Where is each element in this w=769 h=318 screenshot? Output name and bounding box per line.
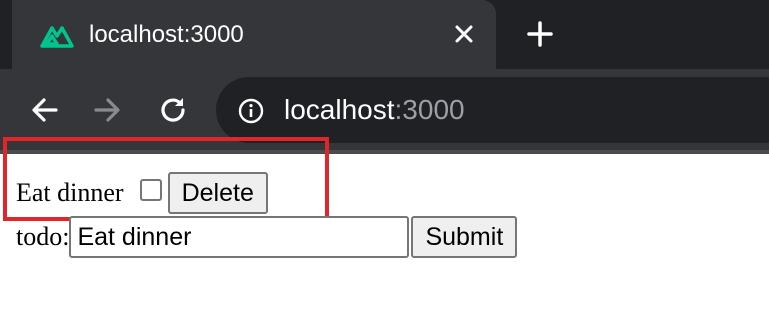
url-port: :3000 bbox=[394, 94, 465, 125]
todo-form: todo: Eat dinner Submit bbox=[16, 216, 518, 258]
nuxt-logo-icon bbox=[40, 26, 74, 48]
browser-window: localhost:3000 localhost:3000 Eat dinner… bbox=[0, 0, 769, 318]
forward-arrow-icon[interactable] bbox=[90, 93, 124, 127]
info-icon[interactable] bbox=[238, 98, 264, 124]
tab-title: localhost:3000 bbox=[89, 21, 244, 48]
todo-label: todo: bbox=[16, 222, 70, 251]
reload-icon[interactable] bbox=[156, 93, 190, 127]
close-icon[interactable] bbox=[452, 22, 476, 46]
todo-input[interactable]: Eat dinner bbox=[69, 216, 410, 258]
address-bar[interactable]: localhost:3000 bbox=[216, 77, 769, 143]
page-content: Eat dinner Delete todo: Eat dinner Submi… bbox=[0, 137, 769, 318]
tab-active[interactable] bbox=[12, 0, 496, 69]
back-arrow-icon[interactable] bbox=[28, 93, 62, 127]
submit-button[interactable]: Submit bbox=[411, 216, 518, 258]
url-host: localhost bbox=[284, 94, 395, 125]
tab-strip: localhost:3000 bbox=[0, 0, 769, 69]
highlight-annotation bbox=[3, 137, 329, 221]
plus-icon[interactable] bbox=[526, 20, 554, 48]
url-text[interactable]: localhost:3000 bbox=[284, 93, 465, 127]
